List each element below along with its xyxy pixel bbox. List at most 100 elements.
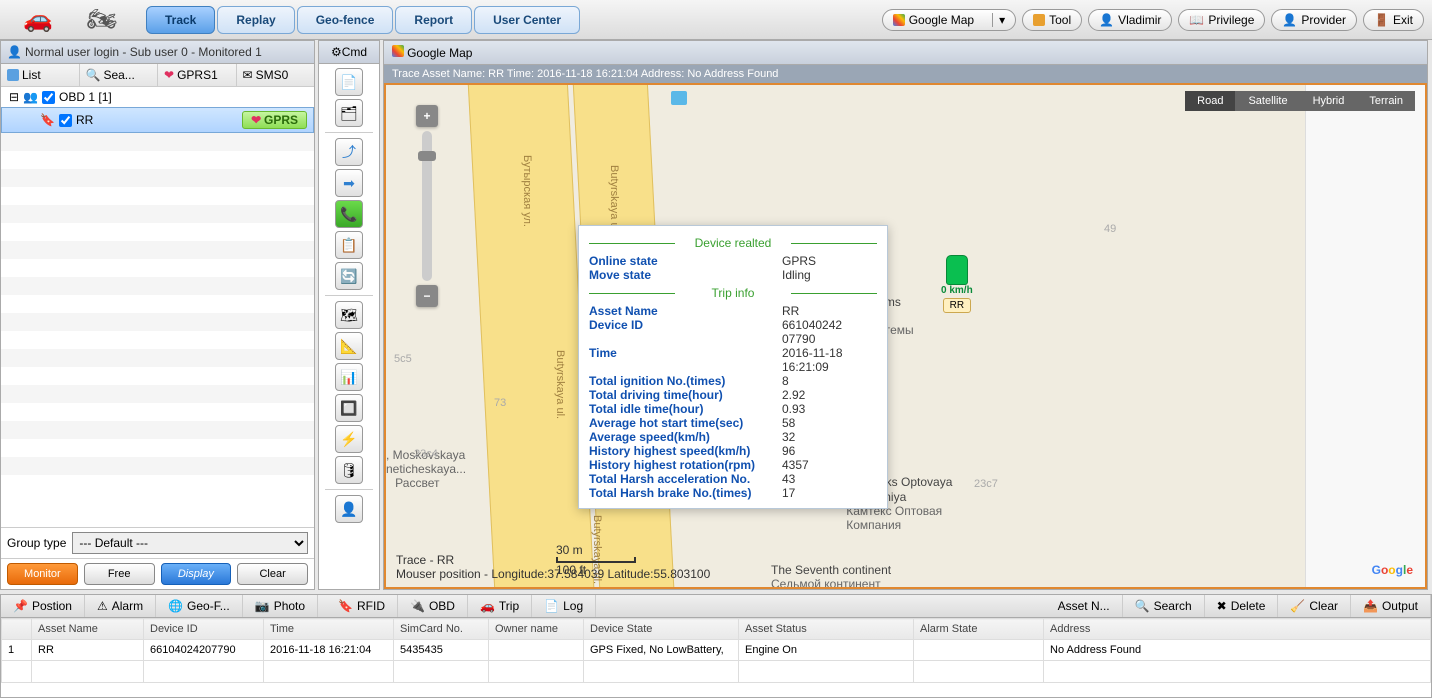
cmd-header: ⚙Cmd [319, 41, 379, 64]
collapse-icon[interactable]: ⊟ [9, 90, 19, 104]
zoom-thumb[interactable] [418, 151, 436, 161]
col-address[interactable]: Address [1044, 619, 1431, 640]
search-icon: 🔍 [86, 68, 101, 82]
geofence-tab[interactable]: 🌐Geo-F... [156, 595, 243, 617]
privilege-button[interactable]: 📖Privilege [1178, 9, 1265, 31]
cmd-icon-f[interactable]: 🛢 [335, 456, 363, 484]
clear-button[interactable]: 🧹Clear [1278, 595, 1351, 617]
cmd-icon-c[interactable]: 📊 [335, 363, 363, 391]
cmd-icon-g[interactable]: 👤 [335, 495, 363, 523]
satellite-type-button[interactable]: Satellite [1236, 91, 1300, 111]
avg-speed-value: 32 [782, 430, 877, 444]
provider-icon: 👤 [1282, 13, 1297, 27]
tab-geofence[interactable]: Geo-fence [297, 6, 394, 34]
tree-blank-row [1, 313, 314, 331]
table-blank-row [2, 661, 1431, 683]
clear-button[interactable]: Clear [237, 563, 308, 585]
tree-blank-row [1, 187, 314, 205]
vehicle-marker[interactable]: 0 km/h RR [941, 255, 973, 313]
provider-button[interactable]: 👤Provider [1271, 9, 1357, 31]
cmd-icon-call[interactable]: 📞 [335, 200, 363, 228]
col-sim[interactable]: SimCard No. [394, 619, 489, 640]
cmd-icon-2[interactable]: 🗂 [335, 99, 363, 127]
cmd-icon-d[interactable]: 🔲 [335, 394, 363, 422]
map-header: Google Map [384, 41, 1427, 65]
terrain-type-button[interactable]: Terrain [1357, 91, 1415, 111]
list-tab[interactable]: List [1, 64, 80, 86]
asset-name-value: RR [782, 304, 877, 318]
tree-child-node[interactable]: 🔖 RR ❤ GPRS [1, 107, 314, 133]
tab-report[interactable]: Report [395, 6, 472, 34]
delete-icon: ✖ [1217, 599, 1227, 613]
sms-tab[interactable]: ✉SMS0 [237, 64, 315, 86]
display-button[interactable]: Display [161, 563, 232, 585]
road-type-button[interactable]: Road [1185, 91, 1236, 111]
tree-blank-row [1, 259, 314, 277]
root-checkbox[interactable] [42, 91, 55, 104]
bottom-panel: 📌Postion ⚠Alarm 🌐Geo-F... 📷Photo 🔖RFID 🔌… [0, 594, 1432, 698]
col-asset[interactable]: Asset Name [32, 619, 144, 640]
exit-button[interactable]: 🚪Exit [1363, 9, 1424, 31]
cell-time: 2016-11-18 16:21:04 [264, 640, 394, 661]
assetname-filter[interactable]: Asset N... [1046, 595, 1123, 617]
cmd-panel: ⚙Cmd 📄 🗂 ⤴ ➡ 📞 📋 🔄 🗺 📐 📊 🔲 ⚡ 🛢 👤 [318, 40, 380, 590]
cmd-icon-right[interactable]: ➡ [335, 169, 363, 197]
cmd-icon-refresh[interactable]: 🔄 [335, 262, 363, 290]
output-button[interactable]: 📤Output [1351, 595, 1431, 617]
table-row[interactable]: 1 RR 66104024207790 2016-11-18 16:21:04 … [2, 640, 1431, 661]
ignition-value: 8 [782, 374, 877, 388]
tree-blank-row [1, 151, 314, 169]
col-time[interactable]: Time [264, 619, 394, 640]
free-button[interactable]: Free [84, 563, 155, 585]
topbar: 🚗 🏍 Track Replay Geo-fence Report User C… [0, 0, 1432, 40]
position-tab[interactable]: 📌Postion [1, 595, 85, 617]
tool-button[interactable]: Tool [1022, 9, 1082, 31]
col-alarm[interactable]: Alarm State [914, 619, 1044, 640]
highest-speed-label: History highest speed(km/h) [589, 444, 782, 458]
google-map-dropdown[interactable]: Google Map▾ [882, 9, 1016, 31]
group-type-select[interactable]: --- Default --- [72, 532, 308, 554]
tab-replay[interactable]: Replay [217, 6, 294, 34]
street-label: Бутырская ул. [521, 155, 533, 227]
popup-section-trip: Trip info [589, 286, 877, 300]
search-tab[interactable]: 🔍Sea... [80, 64, 159, 86]
trip-tab[interactable]: 🚗Trip [468, 595, 532, 617]
cmd-icon-doc[interactable]: 📋 [335, 231, 363, 259]
poi-seventh: The Seventh continentСедьмой континент [771, 563, 891, 589]
zoom-slider[interactable] [422, 131, 432, 281]
map-area[interactable]: Road Satellite Hybrid Terrain + − Бутырс… [384, 83, 1427, 589]
google-logo: Google [1372, 558, 1413, 579]
col-num[interactable] [2, 619, 32, 640]
col-device[interactable]: Device ID [144, 619, 264, 640]
hybrid-type-button[interactable]: Hybrid [1301, 91, 1358, 111]
zoom-in-button[interactable]: + [416, 105, 438, 127]
user-button[interactable]: 👤Vladimir [1088, 9, 1172, 31]
photo-tab[interactable]: 📷Photo [243, 595, 318, 617]
cmd-icon-1[interactable]: 📄 [335, 68, 363, 96]
tree-root-node[interactable]: ⊟ 👥 OBD 1 [1] [1, 87, 314, 107]
tree-blank-row [1, 475, 314, 493]
cmd-icon-a[interactable]: 🗺 [335, 301, 363, 329]
cmd-icon-b[interactable]: 📐 [335, 332, 363, 360]
search-button[interactable]: 🔍Search [1123, 595, 1205, 617]
col-owner[interactable]: Owner name [489, 619, 584, 640]
group-type-row: Group type --- Default --- [1, 527, 314, 558]
alarm-tab[interactable]: ⚠Alarm [85, 595, 156, 617]
obd-tab[interactable]: 🔌OBD [398, 595, 468, 617]
vehicle-name-badge: RR [943, 298, 971, 313]
position-table: Asset Name Device ID Time SimCard No. Ow… [1, 618, 1431, 683]
gprs-tab[interactable]: ❤GPRS1 [158, 64, 237, 86]
cmd-icon-e[interactable]: ⚡ [335, 425, 363, 453]
cmd-icon-up[interactable]: ⤴ [335, 138, 363, 166]
rfid-tab[interactable]: 🔖RFID [326, 595, 398, 617]
col-status[interactable]: Asset Status [739, 619, 914, 640]
tree-blank-row [1, 457, 314, 475]
child-checkbox[interactable] [59, 114, 72, 127]
tab-track[interactable]: Track [146, 6, 215, 34]
delete-button[interactable]: ✖Delete [1205, 595, 1279, 617]
monitor-button[interactable]: Monitor [7, 563, 78, 585]
tab-usercenter[interactable]: User Center [474, 6, 580, 34]
zoom-out-button[interactable]: − [416, 285, 438, 307]
col-state[interactable]: Device State [584, 619, 739, 640]
log-tab[interactable]: 📄Log [532, 595, 596, 617]
